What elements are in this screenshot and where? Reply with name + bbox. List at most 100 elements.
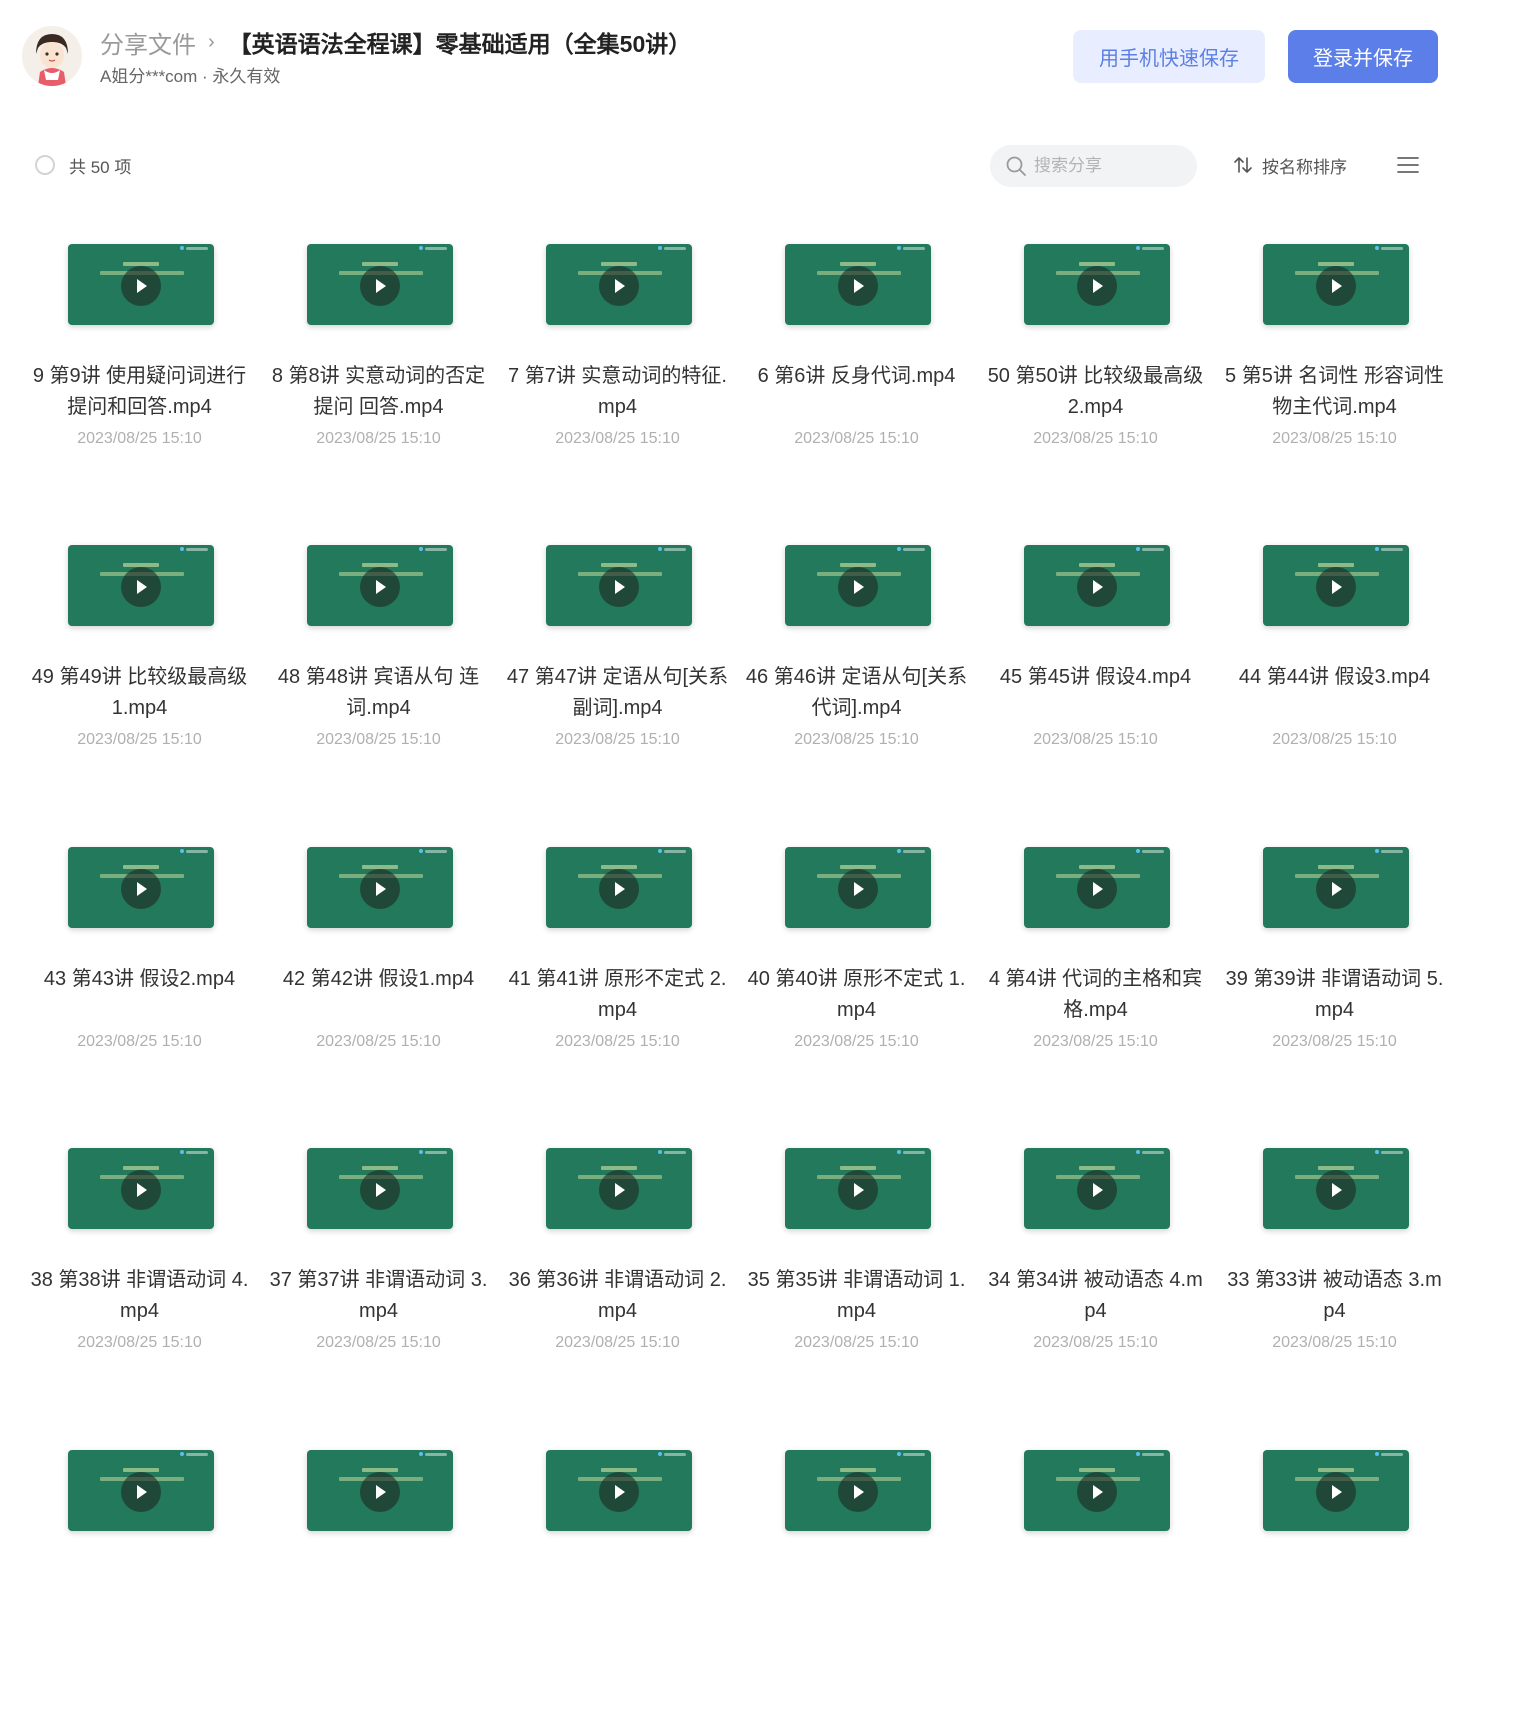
play-icon[interactable] <box>360 266 400 306</box>
play-icon[interactable] <box>1316 1170 1356 1210</box>
file-name[interactable]: 8 第8讲 实意动词的否定 提问 回答.mp4 <box>267 361 490 423</box>
video-thumbnail[interactable] <box>307 244 453 325</box>
list-view-icon[interactable] <box>1397 154 1419 176</box>
file-card[interactable]: 50 第50讲 比较级最高级 2.mp4 2023/08/25 15:10 <box>976 220 1215 520</box>
owner-avatar[interactable] <box>22 26 82 86</box>
file-name[interactable]: 36 第36讲 非谓语动词 2.mp4 <box>506 1265 729 1327</box>
play-icon[interactable] <box>1077 1170 1117 1210</box>
file-name[interactable]: 41 第41讲 原形不定式 2.mp4 <box>506 964 729 1026</box>
video-thumbnail[interactable] <box>1024 1148 1170 1229</box>
video-thumbnail[interactable] <box>68 847 214 928</box>
video-thumbnail[interactable] <box>307 847 453 928</box>
sort-by-name-button[interactable]: 按名称排序 <box>1232 152 1347 178</box>
play-icon[interactable] <box>838 266 878 306</box>
file-card[interactable] <box>259 1426 498 1726</box>
video-thumbnail[interactable] <box>1024 847 1170 928</box>
play-icon[interactable] <box>360 567 400 607</box>
file-card[interactable] <box>976 1426 1215 1726</box>
video-thumbnail[interactable] <box>68 1450 214 1531</box>
file-card[interactable]: 40 第40讲 原形不定式 1.mp4 2023/08/25 15:10 <box>737 823 976 1123</box>
file-card[interactable] <box>737 1426 976 1726</box>
file-name[interactable] <box>984 1567 1207 1629</box>
video-thumbnail[interactable] <box>546 244 692 325</box>
file-name[interactable]: 37 第37讲 非谓语动词 3.mp4 <box>267 1265 490 1327</box>
file-card[interactable]: 42 第42讲 假设1.mp4 2023/08/25 15:10 <box>259 823 498 1123</box>
play-icon[interactable] <box>1316 266 1356 306</box>
file-name[interactable]: 45 第45讲 假设4.mp4 <box>984 662 1207 724</box>
file-card[interactable] <box>20 1426 259 1726</box>
file-name[interactable]: 49 第49讲 比较级最高级 1.mp4 <box>28 662 251 724</box>
file-name[interactable]: 38 第38讲 非谓语动词 4.mp4 <box>28 1265 251 1327</box>
video-thumbnail[interactable] <box>785 545 931 626</box>
video-thumbnail[interactable] <box>307 545 453 626</box>
file-name[interactable] <box>267 1567 490 1629</box>
play-icon[interactable] <box>1316 869 1356 909</box>
search-box[interactable] <box>990 145 1197 187</box>
file-name[interactable]: 44 第44讲 假设3.mp4 <box>1223 662 1446 724</box>
file-name[interactable] <box>506 1567 729 1629</box>
video-thumbnail[interactable] <box>546 847 692 928</box>
video-thumbnail[interactable] <box>1263 1450 1409 1531</box>
play-icon[interactable] <box>360 1472 400 1512</box>
video-thumbnail[interactable] <box>68 545 214 626</box>
file-card[interactable]: 43 第43讲 假设2.mp4 2023/08/25 15:10 <box>20 823 259 1123</box>
file-name[interactable]: 34 第34讲 被动语态 4.mp4 <box>984 1265 1207 1327</box>
video-thumbnail[interactable] <box>1024 545 1170 626</box>
play-icon[interactable] <box>1316 567 1356 607</box>
video-thumbnail[interactable] <box>546 1148 692 1229</box>
file-card[interactable] <box>1215 1426 1454 1726</box>
play-icon[interactable] <box>121 869 161 909</box>
video-thumbnail[interactable] <box>68 1148 214 1229</box>
file-card[interactable]: 46 第46讲 定语从句[关系代词].mp4 2023/08/25 15:10 <box>737 521 976 821</box>
video-thumbnail[interactable] <box>1024 244 1170 325</box>
play-icon[interactable] <box>1077 266 1117 306</box>
video-thumbnail[interactable] <box>68 244 214 325</box>
play-icon[interactable] <box>838 1472 878 1512</box>
file-card[interactable]: 6 第6讲 反身代词.mp4 2023/08/25 15:10 <box>737 220 976 520</box>
file-card[interactable]: 47 第47讲 定语从句[关系副词].mp4 2023/08/25 15:10 <box>498 521 737 821</box>
play-icon[interactable] <box>360 869 400 909</box>
file-card[interactable]: 35 第35讲 非谓语动词 1.mp4 2023/08/25 15:10 <box>737 1124 976 1424</box>
file-name[interactable] <box>745 1567 968 1629</box>
video-thumbnail[interactable] <box>546 545 692 626</box>
file-name[interactable]: 5 第5讲 名词性 形容词性物主代词.mp4 <box>1223 361 1446 423</box>
file-card[interactable]: 37 第37讲 非谓语动词 3.mp4 2023/08/25 15:10 <box>259 1124 498 1424</box>
login-and-save-button[interactable]: 登录并保存 <box>1288 30 1438 83</box>
file-name[interactable]: 43 第43讲 假设2.mp4 <box>28 964 251 1026</box>
play-icon[interactable] <box>599 567 639 607</box>
play-icon[interactable] <box>838 567 878 607</box>
play-icon[interactable] <box>1316 1472 1356 1512</box>
file-name[interactable]: 46 第46讲 定语从句[关系代词].mp4 <box>745 662 968 724</box>
file-card[interactable]: 5 第5讲 名词性 形容词性物主代词.mp4 2023/08/25 15:10 <box>1215 220 1454 520</box>
file-name[interactable]: 50 第50讲 比较级最高级 2.mp4 <box>984 361 1207 423</box>
file-name[interactable]: 7 第7讲 实意动词的特征.mp4 <box>506 361 729 423</box>
video-thumbnail[interactable] <box>785 244 931 325</box>
video-thumbnail[interactable] <box>307 1148 453 1229</box>
video-thumbnail[interactable] <box>1263 1148 1409 1229</box>
video-thumbnail[interactable] <box>785 1450 931 1531</box>
file-name[interactable]: 42 第42讲 假设1.mp4 <box>267 964 490 1026</box>
file-name[interactable]: 4 第4讲 代词的主格和宾格.mp4 <box>984 964 1207 1026</box>
video-thumbnail[interactable] <box>785 847 931 928</box>
file-card[interactable]: 7 第7讲 实意动词的特征.mp4 2023/08/25 15:10 <box>498 220 737 520</box>
file-card[interactable]: 38 第38讲 非谓语动词 4.mp4 2023/08/25 15:10 <box>20 1124 259 1424</box>
file-name[interactable]: 47 第47讲 定语从句[关系副词].mp4 <box>506 662 729 724</box>
search-input[interactable] <box>1034 145 1184 187</box>
file-card[interactable]: 49 第49讲 比较级最高级 1.mp4 2023/08/25 15:10 <box>20 521 259 821</box>
file-card[interactable]: 48 第48讲 宾语从句 连词.mp4 2023/08/25 15:10 <box>259 521 498 821</box>
file-name[interactable]: 48 第48讲 宾语从句 连词.mp4 <box>267 662 490 724</box>
play-icon[interactable] <box>599 869 639 909</box>
select-all-checkbox[interactable] <box>35 155 55 175</box>
file-card[interactable]: 34 第34讲 被动语态 4.mp4 2023/08/25 15:10 <box>976 1124 1215 1424</box>
file-name[interactable]: 35 第35讲 非谓语动词 1.mp4 <box>745 1265 968 1327</box>
file-card[interactable]: 39 第39讲 非谓语动词 5.mp4 2023/08/25 15:10 <box>1215 823 1454 1123</box>
video-thumbnail[interactable] <box>1263 545 1409 626</box>
file-name[interactable] <box>28 1567 251 1629</box>
play-icon[interactable] <box>121 266 161 306</box>
file-card[interactable]: 9 第9讲 使用疑问词进行提问和回答.mp4 2023/08/25 15:10 <box>20 220 259 520</box>
play-icon[interactable] <box>1077 1472 1117 1512</box>
play-icon[interactable] <box>121 567 161 607</box>
save-with-phone-button[interactable]: 用手机快速保存 <box>1073 30 1265 83</box>
file-name[interactable]: 9 第9讲 使用疑问词进行提问和回答.mp4 <box>28 361 251 423</box>
file-name[interactable]: 39 第39讲 非谓语动词 5.mp4 <box>1223 964 1446 1026</box>
